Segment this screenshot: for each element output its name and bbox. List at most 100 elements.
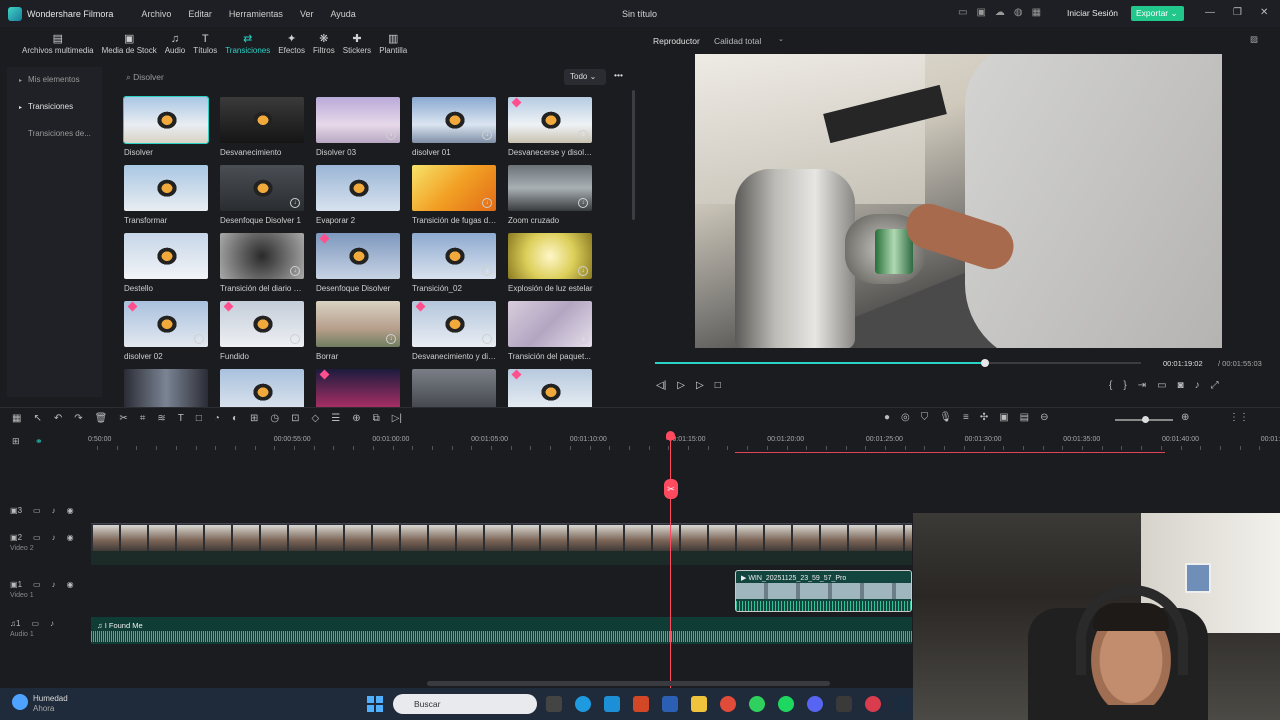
speed-icon[interactable]: ◔ — [214, 413, 220, 424]
volume-icon[interactable]: ♪ — [1195, 380, 1200, 391]
mask-icon[interactable]: □ — [196, 413, 202, 424]
mic-icon[interactable]: 🎙 — [939, 412, 952, 423]
zoom-knob[interactable] — [1142, 416, 1149, 423]
timeline-scrollbar[interactable] — [427, 681, 830, 686]
filmora-pinned-icon[interactable] — [894, 696, 910, 712]
camera-icon[interactable]: ◙ — [1178, 380, 1184, 391]
playhead-split-icon[interactable]: ✂ — [664, 479, 678, 499]
eye-icon[interactable]: ◉ — [67, 580, 74, 589]
text-tool-icon[interactable]: T — [178, 413, 184, 424]
timeline-ruler[interactable]: 0:50:00 00:00:55:00 00:01:00:00 00:01:05:00… — [88, 431, 1280, 451]
play-forward-icon[interactable]: ▷ — [696, 380, 704, 391]
split-icon[interactable]: ✂ — [119, 413, 127, 424]
zoom-in-icon[interactable]: ⊕ — [1181, 412, 1189, 423]
group-icon[interactable]: ⧉ — [373, 413, 380, 424]
transition-card[interactable]: Disolver — [123, 96, 209, 157]
filmora-task-icon[interactable] — [836, 696, 852, 712]
transition-card[interactable]: ↓ Desvanecimiento y dis... — [412, 301, 497, 361]
mark-in-icon[interactable]: { — [1109, 380, 1112, 391]
stabilize-icon[interactable]: ⊞ — [250, 413, 258, 424]
transition-card[interactable]: ↓ Transición del diario de... — [220, 233, 305, 293]
playhead[interactable] — [666, 431, 675, 689]
transition-card[interactable]: ↓ Borrar — [316, 301, 401, 361]
signin-button[interactable]: Iniciar Sesión — [1063, 6, 1122, 21]
video1-clip[interactable]: ▶ WIN_20251125_23_59_57_Pro — [735, 570, 912, 612]
keyframe-icon[interactable]: ◇ — [312, 413, 320, 424]
weather-widget[interactable]: Humedad Ahora — [12, 694, 68, 714]
transition-card[interactable]: Transformar — [124, 165, 209, 225]
grid-menu-icon[interactable]: ⋮⋮ — [1229, 412, 1249, 423]
tool-stock[interactable]: ▣ Media de Stock — [98, 27, 161, 63]
download-icon[interactable]: ↓ — [482, 334, 492, 344]
transition-card[interactable]: Desvanecimiento — [220, 97, 305, 157]
stop-icon[interactable]: □ — [715, 380, 721, 391]
eye-icon[interactable]: ◉ — [67, 533, 74, 542]
sidebar-item-mis-elementos[interactable]: ▸ Mis elementos — [7, 67, 102, 94]
download-icon[interactable]: ↓ — [290, 198, 300, 208]
transition-card[interactable]: ↓ Explosión de luz estelar — [508, 233, 593, 293]
tool-titles[interactable]: T Títulos — [189, 27, 221, 63]
layout-grid-icon[interactable]: ▦ — [12, 413, 21, 424]
folder-icon[interactable]: ▭ — [33, 580, 41, 589]
tool-stickers[interactable]: ✚ Stickers — [339, 27, 375, 63]
menu-herramientas[interactable]: Herramientas — [229, 9, 283, 19]
download-icon[interactable]: ↓ — [578, 130, 588, 140]
browser-scrollbar[interactable] — [632, 90, 635, 220]
headset-icon[interactable]: ◍ — [1014, 7, 1023, 18]
sidebar-item-transiciones-de[interactable]: ▸Transiciones de... — [7, 121, 102, 148]
zoom-slider[interactable] — [1115, 416, 1173, 423]
transition-card[interactable]: ↓ disolver 01 — [412, 97, 497, 157]
search-input[interactable]: ⌕ Disolver — [126, 72, 164, 83]
crop-icon[interactable]: ⌗ — [140, 413, 146, 424]
download-icon[interactable]: ↓ — [578, 334, 588, 344]
tool-effects[interactable]: ✦ Efectos — [274, 27, 309, 63]
mute-icon[interactable]: ♪ — [52, 533, 56, 542]
word-icon[interactable] — [662, 696, 678, 712]
app-icon[interactable] — [865, 696, 881, 712]
transition-card[interactable]: ↓ Transición del paquet... — [508, 301, 593, 361]
download-icon[interactable]: ↓ — [194, 334, 204, 344]
mute-icon[interactable]: ♪ — [52, 580, 56, 589]
audio-tool-icon[interactable]: ≋ — [157, 413, 165, 424]
zoom-out-icon[interactable]: ⊖ — [1040, 412, 1048, 423]
menu-ayuda[interactable]: Ayuda — [330, 9, 355, 19]
folder-icon[interactable]: ▭ — [31, 619, 39, 628]
caption-icon[interactable]: ▤ — [1020, 412, 1029, 423]
cloud-icon[interactable]: ☁ — [995, 7, 1005, 18]
tool-transitions[interactable]: ⇄ Transiciones — [221, 27, 274, 63]
apps-icon[interactable]: ▦ — [1032, 7, 1041, 18]
maximize-icon[interactable]: ❐ — [1233, 7, 1242, 18]
select-tool-icon[interactable]: ↖ — [33, 413, 41, 424]
playback-progress[interactable] — [655, 359, 1141, 367]
download-icon[interactable]: ↓ — [386, 334, 396, 344]
menu-editar[interactable]: Editar — [188, 9, 212, 19]
tool-templates[interactable]: ▥ Plantilla — [375, 27, 411, 63]
edge-icon[interactable] — [575, 696, 591, 712]
music-clip[interactable]: ♫ I Found Me — [91, 617, 912, 644]
download-icon[interactable]: ↓ — [290, 334, 300, 344]
more-tools-icon[interactable]: ▷| — [392, 413, 402, 424]
spotify-icon[interactable] — [778, 696, 794, 712]
explorer-icon[interactable] — [691, 696, 707, 712]
download-icon[interactable]: ↓ — [578, 198, 588, 208]
snap-icon[interactable]: ✣ — [980, 412, 988, 423]
chrome-icon[interactable] — [720, 696, 736, 712]
pip-icon[interactable]: ▣ — [999, 412, 1008, 423]
delete-icon[interactable]: 🗑 — [95, 413, 108, 424]
undo-icon[interactable]: ↶ — [54, 413, 62, 424]
menu-archivo[interactable]: Archivo — [141, 9, 171, 19]
timer-icon[interactable]: ◷ — [270, 413, 279, 424]
display-icon[interactable]: ▭ — [1157, 380, 1166, 391]
download-icon[interactable]: ↓ — [482, 266, 492, 276]
more-options-icon[interactable]: ••• — [614, 70, 623, 80]
export-button[interactable]: Exportar ⌄ — [1131, 6, 1184, 21]
mark-out-icon[interactable]: } — [1123, 380, 1126, 391]
transition-card[interactable]: ↓ Fundido — [220, 301, 305, 361]
quality-dropdown[interactable]: Calidad total — [714, 36, 761, 46]
sidebar-item-transiciones[interactable]: ▸ Transiciones — [7, 94, 102, 121]
color-icon[interactable]: ◐ — [232, 413, 238, 424]
download-icon[interactable]: ↓ — [482, 198, 492, 208]
transition-card[interactable]: ↓ Zoom cruzado — [508, 165, 593, 225]
video2-clips[interactable] — [91, 523, 912, 551]
snapshot-icon[interactable]: ▨ — [1250, 34, 1258, 45]
